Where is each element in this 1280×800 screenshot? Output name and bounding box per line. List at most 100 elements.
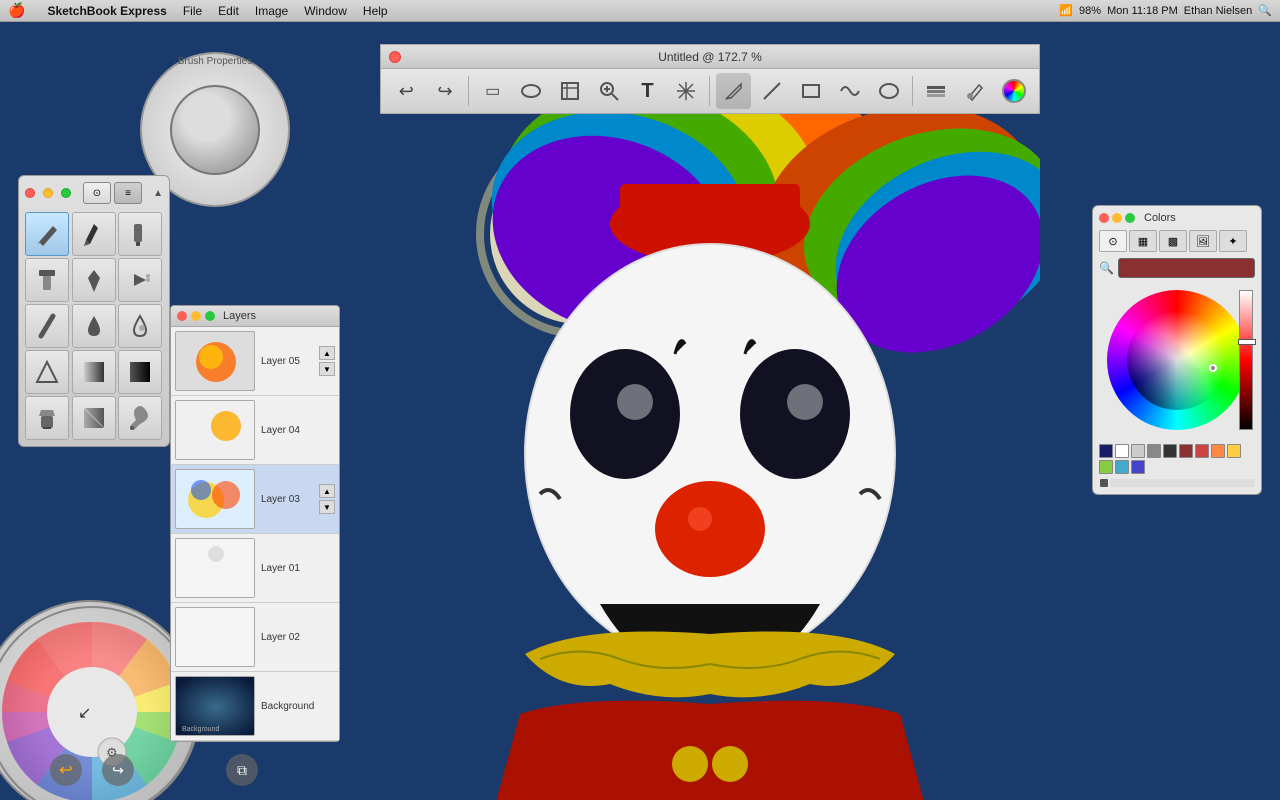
layer-up-btn[interactable]: ▲ (319, 346, 335, 360)
tools-maximize-btn[interactable] (61, 188, 71, 198)
color-search-input[interactable] (1118, 258, 1255, 278)
layer-03-controls: ▲ ▼ (319, 484, 335, 514)
layers-toggle-btn[interactable]: ⧉ (226, 754, 258, 786)
marker-tool[interactable] (118, 212, 162, 256)
apple-menu[interactable]: 🍎 (8, 2, 25, 19)
clown-painting[interactable] (380, 114, 1040, 800)
transform-button[interactable] (669, 73, 704, 109)
gradient-tool[interactable] (72, 350, 116, 394)
rect-shape-button[interactable] (794, 73, 829, 109)
color-swatch[interactable] (1115, 444, 1129, 458)
window-close-button[interactable] (389, 51, 401, 63)
color-special-tab[interactable]: ✦ (1219, 230, 1247, 252)
colors-maximize-btn[interactable] (1125, 213, 1135, 223)
colors-panel: Colors ⊙ ▦ ▩ 🖼 ✦ 🔍 (1092, 205, 1262, 495)
wifi-icon: 📶 (1059, 4, 1073, 17)
layers-close-btn[interactable] (177, 311, 187, 321)
menu-file[interactable]: File (175, 2, 210, 20)
eyedropper-tool[interactable] (118, 396, 162, 440)
layer-down-btn[interactable]: ▼ (319, 500, 335, 514)
canvas-area[interactable]: Untitled @ 172.7 % ↩ ↪ ▭ T (0, 22, 1280, 800)
layer-item[interactable]: Layer 01 (171, 534, 339, 603)
layers-toolbar-button[interactable] (919, 73, 954, 109)
layer-item[interactable]: Layer 04 (171, 396, 339, 465)
battery-status: 98% (1079, 5, 1101, 17)
menu-help[interactable]: Help (355, 2, 396, 20)
layer-04-thumb (175, 400, 255, 460)
teardrop-tool[interactable] (72, 304, 116, 348)
select-rect-button[interactable]: ▭ (475, 73, 510, 109)
pen-button[interactable] (716, 73, 751, 109)
color-swatch[interactable] (1131, 460, 1145, 474)
round-brush-tool[interactable] (72, 258, 116, 302)
brightness-slider-thumb[interactable] (1238, 339, 1256, 345)
color-swatch[interactable] (1131, 444, 1145, 458)
brush-picker-button[interactable] (958, 73, 993, 109)
settings-tab[interactable]: ≡ (114, 182, 142, 204)
expand-arrow[interactable]: ▲ (153, 188, 163, 199)
color-swatch[interactable] (1147, 444, 1161, 458)
brush-size-dial[interactable] (170, 85, 260, 175)
ink-pen-tool[interactable] (72, 212, 116, 256)
color-grid-tab[interactable]: ▩ (1159, 230, 1187, 252)
layer-02-name: Layer 02 (261, 632, 300, 643)
layer-down-btn[interactable]: ▼ (319, 362, 335, 376)
color-swatch[interactable] (1179, 444, 1193, 458)
ellipse-button[interactable] (871, 73, 906, 109)
select-lasso-button[interactable] (514, 73, 549, 109)
color-brightness-slider[interactable] (1239, 290, 1253, 430)
color-wheel-container[interactable] (1101, 284, 1253, 436)
text-button[interactable]: T (630, 73, 665, 109)
color-nav-current[interactable] (1100, 479, 1108, 487)
window-title: Untitled @ 172.7 % (658, 50, 762, 64)
app-name-menu[interactable]: SketchBook Express (39, 2, 174, 20)
color-swatch[interactable] (1163, 444, 1177, 458)
color-swatch[interactable] (1115, 460, 1129, 474)
tools-close-btn[interactable] (25, 188, 35, 198)
redo-bottom-btn[interactable]: ↪ (102, 754, 134, 786)
menu-image[interactable]: Image (247, 2, 296, 20)
water-drop-tool[interactable] (118, 304, 162, 348)
color-swatch[interactable] (1195, 444, 1209, 458)
color-swatch[interactable] (1227, 444, 1241, 458)
layer-item[interactable]: Layer 02 (171, 603, 339, 672)
color-swatch[interactable] (1099, 460, 1113, 474)
color-wheel-tab[interactable]: ⊙ (1099, 230, 1127, 252)
colors-minimize-btn[interactable] (1112, 213, 1122, 223)
menu-edit[interactable]: Edit (210, 2, 247, 20)
airbrush-tool[interactable] (118, 258, 162, 302)
color-image-tab[interactable]: 🖼 (1189, 230, 1217, 252)
dark-gradient-tool[interactable] (118, 350, 162, 394)
line-button[interactable] (755, 73, 790, 109)
colors-close-btn[interactable] (1099, 213, 1109, 223)
triangle-tool[interactable] (25, 350, 69, 394)
color-nav-bar[interactable] (1110, 479, 1254, 487)
layer-up-btn[interactable]: ▲ (319, 484, 335, 498)
datetime-display: Mon 11:18 PM (1107, 5, 1178, 17)
crop-button[interactable] (553, 73, 588, 109)
chalk-tool[interactable] (25, 304, 69, 348)
layer-item[interactable]: Layer 05 ▲ ▼ (171, 327, 339, 396)
brushes-tab[interactable]: ⊙ (83, 182, 111, 204)
color-wheel-button[interactable] (996, 73, 1031, 109)
undo-bottom-btn[interactable]: ↩ (50, 754, 82, 786)
wave-button[interactable] (833, 73, 868, 109)
color-swatch[interactable] (1211, 444, 1225, 458)
redo-button[interactable]: ↪ (428, 73, 463, 109)
layer-item[interactable]: Layer 03 ▲ ▼ (171, 465, 339, 534)
layers-maximize-btn[interactable] (205, 311, 215, 321)
gradient-fill-tool[interactable] (72, 396, 116, 440)
layers-title-bar: Layers (171, 306, 339, 327)
flat-brush-tool[interactable] (25, 258, 69, 302)
pencil-tool[interactable] (25, 212, 69, 256)
layers-minimize-btn[interactable] (191, 311, 201, 321)
zoom-button[interactable] (591, 73, 626, 109)
color-swatch[interactable] (1099, 444, 1113, 458)
menu-window[interactable]: Window (296, 2, 355, 20)
bucket-tool[interactable] (25, 396, 69, 440)
undo-button[interactable]: ↩ (389, 73, 424, 109)
color-swatches-tab[interactable]: ▦ (1129, 230, 1157, 252)
tools-minimize-btn[interactable] (43, 188, 53, 198)
search-menubar-icon[interactable]: 🔍 (1258, 4, 1272, 17)
layer-item[interactable]: Background Background (171, 672, 339, 741)
